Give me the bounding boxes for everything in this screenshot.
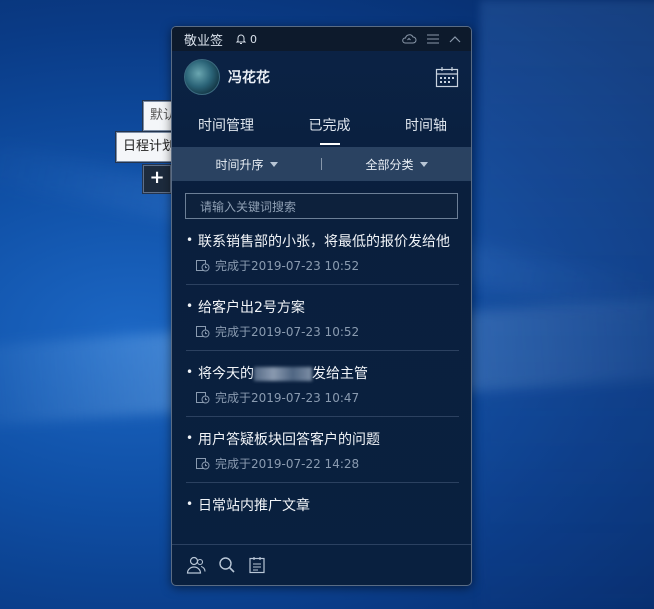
contacts-icon[interactable] bbox=[186, 556, 206, 574]
title-bar: 敬业签 0 bbox=[172, 27, 471, 51]
notes-icon[interactable] bbox=[248, 556, 266, 574]
redacted-text bbox=[254, 367, 312, 381]
menu-icon[interactable] bbox=[427, 34, 439, 44]
bullet-icon: • bbox=[186, 497, 194, 511]
item-title: 将今天的 发给主管 bbox=[198, 366, 368, 382]
item-completed-time: 完成于2019-07-23 10:47 bbox=[215, 391, 360, 405]
app-name: 敬业签 bbox=[184, 33, 224, 49]
calendar-icon[interactable] bbox=[435, 66, 459, 88]
item-title: 给客户出2号方案 bbox=[198, 300, 305, 316]
search-input[interactable]: 请输入关键词搜索 bbox=[185, 193, 458, 219]
chevron-down-icon bbox=[419, 161, 428, 167]
search-placeholder: 请输入关键词搜索 bbox=[200, 199, 297, 214]
category-label: 全部分类 bbox=[365, 157, 414, 172]
bullet-icon: • bbox=[186, 431, 194, 445]
completed-clock-icon bbox=[196, 326, 210, 338]
list-item[interactable]: • 联系销售部的小张，将最低的报价发给他 完成于2019-07-23 10:52 bbox=[186, 229, 459, 285]
user-name: 冯花花 bbox=[228, 70, 270, 86]
item-title: 用户答疑板块回答客户的问题 bbox=[198, 432, 380, 448]
completed-list: • 联系销售部的小张，将最低的报价发给他 完成于2019-07-23 10:52 … bbox=[172, 219, 471, 527]
item-title: 联系销售部的小张，将最低的报价发给他 bbox=[198, 234, 450, 250]
item-completed-time: 完成于2019-07-23 10:52 bbox=[215, 259, 360, 273]
sort-label: 时间升序 bbox=[215, 157, 264, 172]
tab-timeline[interactable]: 时间轴 bbox=[401, 115, 451, 135]
tab-completed[interactable]: 已完成 bbox=[305, 115, 355, 135]
list-item[interactable]: • 用户答疑板块回答客户的问题 完成于2019-07-22 14:28 bbox=[186, 427, 459, 483]
tab-time-management[interactable]: 时间管理 bbox=[194, 115, 258, 135]
list-item[interactable]: • 将今天的 发给主管 完成于2019-07-23 10:47 bbox=[186, 361, 459, 417]
avatar[interactable] bbox=[184, 59, 220, 95]
sort-dropdown[interactable]: 时间升序 bbox=[172, 156, 321, 173]
list-item[interactable]: • 给客户出2号方案 完成于2019-07-23 10:52 bbox=[186, 295, 459, 351]
add-tab-button[interactable]: + bbox=[143, 165, 171, 193]
completed-clock-icon bbox=[196, 458, 210, 470]
notification-bell[interactable]: 0 bbox=[235, 33, 257, 46]
search-icon[interactable] bbox=[218, 556, 236, 574]
item-completed-time: 完成于2019-07-22 14:28 bbox=[215, 457, 360, 471]
category-dropdown[interactable]: 全部分类 bbox=[322, 156, 471, 173]
collapse-icon[interactable] bbox=[449, 35, 461, 43]
item-title: 日常站内推广文章 bbox=[198, 498, 310, 514]
completed-clock-icon bbox=[196, 392, 210, 404]
item-completed-time: 完成于2019-07-23 10:52 bbox=[215, 325, 360, 339]
app-window: 敬业签 0 冯花花 时间管理 已完成 时间轴 时间升序 全部分类 请输入关键词搜… bbox=[171, 26, 472, 586]
notification-count: 0 bbox=[250, 32, 258, 46]
bell-icon bbox=[235, 34, 247, 44]
user-header: 冯花花 bbox=[172, 51, 471, 103]
bullet-icon: • bbox=[186, 365, 194, 379]
completed-clock-icon bbox=[196, 260, 210, 272]
filter-bar: 时间升序 全部分类 bbox=[172, 147, 471, 181]
bullet-icon: • bbox=[186, 299, 194, 313]
list-item[interactable]: • 日常站内推广文章 bbox=[186, 493, 459, 527]
tab-bar: 时间管理 已完成 时间轴 bbox=[172, 103, 471, 147]
chevron-down-icon bbox=[269, 161, 278, 167]
cloud-sync-icon[interactable] bbox=[401, 33, 417, 45]
bottom-toolbar bbox=[172, 544, 471, 585]
bullet-icon: • bbox=[186, 233, 194, 247]
